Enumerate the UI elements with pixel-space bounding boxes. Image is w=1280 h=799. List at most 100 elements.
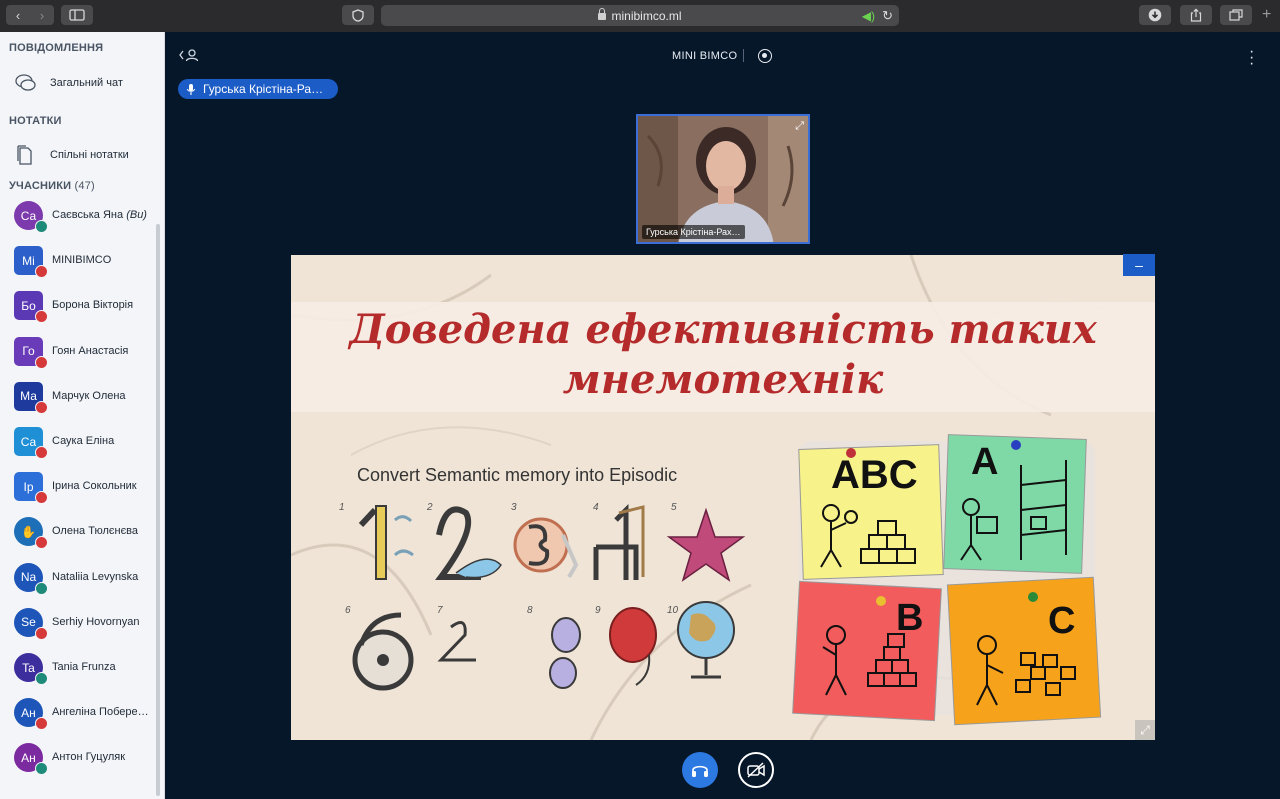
sidebar: ПОВІДОМЛЕННЯ Загальний чат НОТАТКИ Спіль… — [0, 32, 165, 799]
new-tab-icon[interactable]: + — [1262, 6, 1271, 24]
download-icon[interactable] — [1139, 5, 1171, 25]
user-name-text: Борона Вікторія — [52, 299, 134, 312]
user-list-item[interactable]: Са Саєвська Яна (Ви) — [0, 195, 155, 239]
user-name-text: Tania Frunza — [52, 661, 116, 673]
user-name-text: Саука Еліна — [52, 435, 115, 447]
user-name-text: Гоян Анастасія — [52, 344, 129, 357]
current-speaker-pill: Гурська Крістіна-Ра… — [178, 79, 338, 99]
toggle-user-list-icon[interactable] — [178, 48, 200, 65]
user-name-text: Serhiy Hovornyan — [52, 615, 140, 628]
avatar-initials: Mi — [22, 253, 35, 268]
avatar-initials: Ір — [23, 479, 34, 494]
slide-title-line2: мнемотехнік — [562, 356, 884, 403]
users-section-title: УЧАСНИКИ (47) — [9, 180, 95, 192]
number-label: 10 — [667, 605, 679, 616]
user-name: Марчук Олена — [52, 390, 126, 402]
user-list-item[interactable]: Ан Антон Гуцуляк — [0, 737, 155, 781]
document-icon — [14, 145, 36, 165]
record-icon[interactable] — [758, 49, 772, 63]
user-name: Борона Вікторія — [52, 299, 133, 311]
webcam-video[interactable]: ⤢ Гурська Крістіна-Рах… — [636, 114, 810, 244]
avatar-initials: Se — [21, 615, 36, 630]
user-list-item[interactable]: Ма Марчук Олена — [0, 376, 155, 420]
number-ten-globe — [677, 601, 735, 679]
user-list-item[interactable]: Го Гоян Анастасія — [0, 331, 155, 375]
users-title-text: УЧАСНИКИ — [9, 180, 72, 192]
back-icon[interactable]: ‹ — [6, 8, 30, 23]
chat-bubble-icon — [14, 73, 36, 93]
avatar-initials: Го — [22, 344, 35, 359]
user-list-item[interactable]: Са Саука Еліна — [0, 421, 155, 465]
number-label: 8 — [527, 605, 533, 616]
microphone-icon — [184, 82, 198, 96]
user-name: Антон Гуцуляк — [52, 751, 125, 763]
avatar-initials: Бо — [21, 298, 36, 313]
tabs-overview-icon[interactable] — [1220, 5, 1252, 25]
user-name: Олена Тюлєнєва — [52, 525, 138, 537]
sidebar-scrollbar[interactable] — [156, 224, 160, 796]
note-label-b: B — [896, 597, 924, 639]
number-label: 4 — [593, 502, 599, 513]
camera-off-icon — [747, 762, 765, 778]
headphones-icon — [692, 765, 708, 777]
join-audio-button[interactable] — [682, 752, 718, 788]
number-label: 5 — [671, 502, 677, 513]
forward-icon[interactable]: › — [30, 8, 54, 23]
share-webcam-button[interactable] — [738, 752, 774, 788]
user-status-badge — [35, 491, 48, 505]
user-name: Tania Frunza — [52, 661, 116, 673]
shield-icon[interactable] — [342, 5, 374, 25]
slide-subtitle: Convert Semantic memory into Episodic — [357, 465, 678, 485]
sidebar-toggle-icon[interactable] — [61, 5, 93, 25]
user-list-item[interactable]: Na Nataliia Levynska — [0, 557, 155, 601]
user-status-badge — [35, 762, 48, 776]
number-label: 2 — [427, 502, 433, 513]
number-label: 3 — [511, 502, 517, 513]
avatar-initials: Ан — [21, 750, 36, 765]
note-label-c: C — [1048, 600, 1076, 642]
more-options-icon[interactable]: · · · — [1249, 44, 1254, 72]
reload-icon[interactable]: ↻ — [882, 8, 893, 24]
address-bar[interactable]: minibimco.ml ◀) ↻ — [381, 5, 899, 26]
number-seven-drawing — [437, 621, 476, 662]
avatar-initials: Са — [20, 434, 37, 449]
user-name: MINIBIMCO — [52, 254, 111, 266]
speaker-icon[interactable]: ◀) — [862, 9, 875, 23]
url-text: minibimco.ml — [611, 8, 682, 23]
user-list-item[interactable]: Se Serhiy Hovornyan — [0, 602, 155, 646]
user-name-text: Антон Гуцуляк — [52, 751, 126, 764]
user-status-badge — [35, 265, 48, 279]
number-two-drawing — [435, 506, 502, 580]
number-label: 7 — [437, 605, 443, 616]
webcam-user-name: Гурська Крістіна-Рах… — [642, 225, 745, 239]
user-name-text: Олена Тюлєнєва — [52, 525, 139, 538]
user-list-item[interactable]: Ta Tania Frunza — [0, 647, 155, 691]
user-status-badge — [35, 717, 48, 731]
avatar-initials: ✋ — [21, 524, 36, 539]
share-icon[interactable] — [1180, 5, 1212, 25]
user-list-item[interactable]: Ір Ірина Сокольник — [0, 466, 155, 510]
user-name-text: Ангеліна Побере… — [52, 706, 149, 719]
fullscreen-icon[interactable]: ⤢ — [1135, 720, 1155, 740]
minimize-presentation-button[interactable]: – — [1123, 254, 1155, 276]
user-name-text: Марчук Олена — [52, 389, 126, 402]
user-list-item[interactable]: Ан Ангеліна Побере… — [0, 692, 155, 736]
user-status-badge — [35, 310, 48, 324]
user-list-item[interactable]: Mi MINIBIMCO — [0, 240, 155, 284]
nav-buttons: ‹ › — [6, 5, 54, 25]
shared-notes-item[interactable]: Спільні нотатки — [0, 137, 160, 173]
browser-toolbar: ‹ › minibimco.ml ◀) ↻ + — [0, 0, 1280, 33]
avatar-initials: Ма — [20, 389, 37, 404]
user-status-badge — [35, 626, 48, 640]
user-name-text: Nataliia Levynska — [52, 570, 139, 583]
public-chat-item[interactable]: Загальний чат — [0, 65, 160, 101]
messages-section-title: ПОВІДОМЛЕННЯ — [9, 42, 104, 54]
expand-icon[interactable]: ⤢ — [795, 120, 804, 133]
user-list-item[interactable]: ✋ Олена Тюлєнєва — [0, 511, 155, 555]
user-list-item[interactable]: Бо Борона Вікторія — [0, 285, 155, 329]
user-status-badge — [35, 400, 48, 414]
note-label-a: A — [971, 441, 999, 483]
avatar-initials: Ta — [22, 660, 35, 675]
number-three-drawing — [513, 517, 579, 579]
users-count: (47) — [74, 180, 95, 192]
